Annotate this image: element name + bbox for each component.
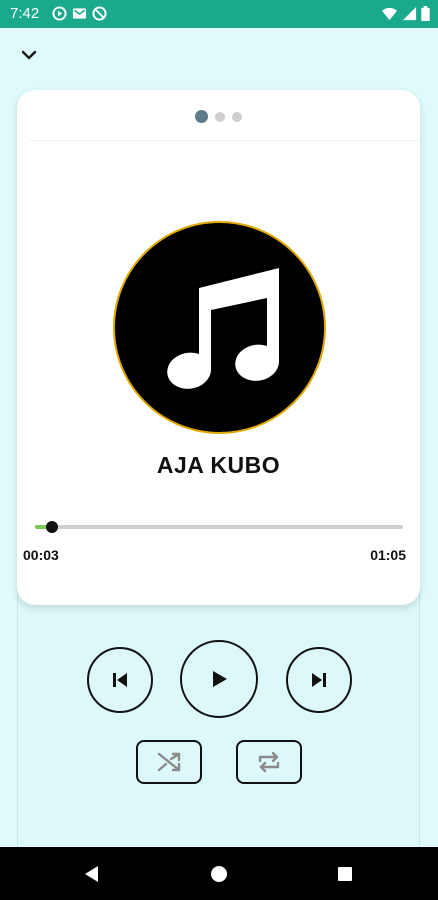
music-note-icon — [166, 267, 279, 389]
collapse-button[interactable] — [18, 44, 40, 66]
page-dot[interactable] — [232, 111, 242, 122]
status-bar: 7:42 — [0, 0, 438, 28]
wifi-icon — [381, 6, 398, 21]
status-right-icons — [381, 6, 430, 21]
song-title: AJA KUBO — [156, 452, 281, 478]
back-triangle-icon — [85, 866, 98, 882]
card-divider — [29, 140, 420, 141]
mail-icon — [72, 6, 87, 21]
nav-back-button[interactable] — [80, 863, 102, 885]
system-nav-bar — [0, 847, 438, 900]
page-dot[interactable] — [195, 110, 208, 123]
page-dot[interactable] — [215, 111, 225, 122]
shuffle-button[interactable] — [136, 740, 202, 784]
nav-recents-button[interactable] — [334, 863, 356, 885]
album-art — [113, 221, 326, 434]
repeat-icon — [258, 751, 280, 773]
chevron-down-icon — [21, 50, 37, 60]
page-indicator — [17, 110, 420, 123]
signal-icon — [402, 6, 417, 21]
seek-thumb[interactable] — [45, 521, 58, 533]
media-blocked-icon — [92, 6, 107, 21]
battery-icon — [421, 6, 430, 21]
play-button[interactable] — [180, 640, 258, 718]
status-left-icons — [52, 6, 107, 21]
repeat-button[interactable] — [236, 740, 302, 784]
nav-home-button[interactable] — [208, 863, 230, 885]
seek-bar[interactable] — [35, 521, 403, 533]
play-circle-icon — [52, 6, 67, 21]
total-time: 01:05 — [370, 547, 406, 563]
recents-square-icon — [338, 867, 352, 881]
current-time: 00:03 — [23, 547, 59, 563]
home-circle-icon — [211, 866, 227, 882]
status-time: 7:42 — [10, 5, 40, 22]
skip-next-icon — [312, 673, 326, 687]
shuffle-icon — [157, 752, 181, 772]
play-icon — [213, 671, 227, 687]
skip-previous-icon — [113, 673, 127, 687]
now-playing-card[interactable]: AJA KUBO 00:03 01:05 — [17, 90, 420, 605]
previous-button[interactable] — [87, 647, 153, 713]
next-button[interactable] — [286, 647, 352, 713]
